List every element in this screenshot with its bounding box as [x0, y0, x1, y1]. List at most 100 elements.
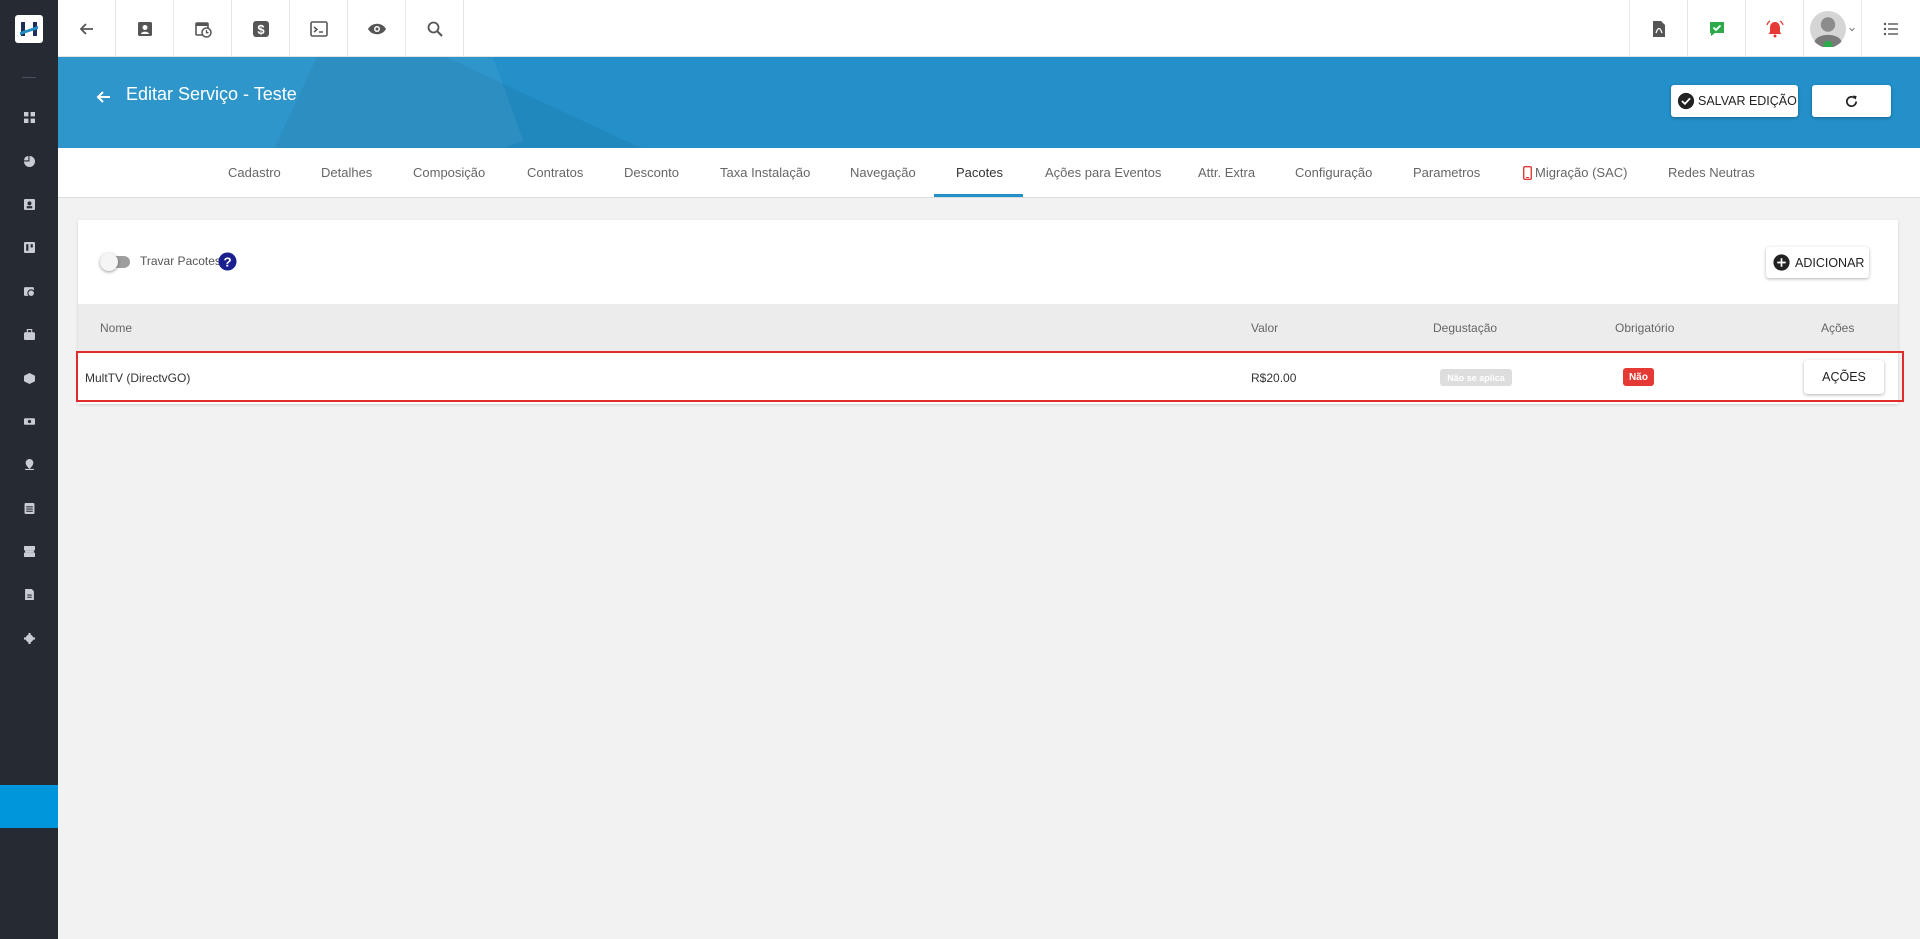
- finance-button[interactable]: $: [232, 0, 290, 57]
- alarm-button[interactable]: [1745, 0, 1803, 57]
- top-bar: $: [58, 0, 1920, 57]
- terminal-button[interactable]: [290, 0, 348, 57]
- cell-nome: MultTV (DirectvGO): [85, 371, 191, 385]
- add-button[interactable]: ADICIONAR: [1766, 247, 1869, 278]
- tab-redes-neutras[interactable]: Redes Neutras: [1668, 148, 1755, 197]
- tab-pacotes[interactable]: Pacotes: [956, 148, 1003, 197]
- column-header-acoes: Ações: [1821, 321, 1855, 335]
- check-circle-icon: [1677, 92, 1695, 110]
- mobile-phone-icon: [1523, 165, 1532, 180]
- eye-icon: [367, 23, 386, 34]
- svg-text:$: $: [257, 22, 265, 37]
- contacts-button[interactable]: [116, 0, 174, 57]
- user-menu[interactable]: [1803, 0, 1861, 57]
- sidebar-item-finance[interactable]: [0, 400, 58, 443]
- schedule-button[interactable]: [174, 0, 232, 57]
- money-icon: [23, 418, 35, 425]
- gear-icon: [23, 632, 35, 644]
- tab-detalhes[interactable]: Detalhes: [321, 148, 372, 197]
- sidebar-active-item[interactable]: [0, 785, 58, 828]
- toggle-knob: [100, 253, 118, 271]
- tab-configuracao[interactable]: Configuração: [1295, 148, 1372, 197]
- column-header-obrigatorio[interactable]: Obrigatório: [1615, 321, 1674, 335]
- packages-card: Travar Pacotes ? ADICIONAR Nome Valor De…: [76, 220, 1904, 404]
- status-badge-degustacao: Não se aplica: [1440, 369, 1512, 386]
- table-row[interactable]: MultTV (DirectvGO) R$20.00 Não se aplica…: [76, 351, 1904, 402]
- sidebar-item-documents[interactable]: [0, 487, 58, 530]
- cell-valor: R$20.00: [1251, 371, 1297, 385]
- help-icon[interactable]: ?: [218, 252, 237, 271]
- refresh-button[interactable]: [1812, 85, 1891, 117]
- column-header-degustacao[interactable]: Degustação: [1433, 321, 1497, 335]
- pdf-button[interactable]: [1629, 0, 1687, 57]
- page-title: Editar Serviço - Teste: [126, 84, 297, 104]
- tab-migracao-sac[interactable]: Migração (SAC): [1523, 148, 1627, 197]
- page-header: Editar Serviço - Teste SALVAR EDIÇÃO: [58, 57, 1920, 148]
- avatar: [1809, 10, 1846, 47]
- sidebar-item-settings[interactable]: [0, 617, 58, 660]
- tab-contratos[interactable]: Contratos: [527, 148, 583, 197]
- view-button[interactable]: [348, 0, 406, 57]
- calendar-clock-icon: [194, 21, 212, 38]
- tab-taxa-instalacao[interactable]: Taxa Instalação: [720, 148, 810, 197]
- lock-packages-toggle[interactable]: [100, 253, 130, 271]
- search-button[interactable]: [406, 0, 464, 57]
- file-icon: [24, 589, 34, 601]
- sidebar-item-files[interactable]: [0, 573, 58, 616]
- kanban-icon: [23, 242, 35, 254]
- search-icon: [427, 21, 443, 37]
- alarm-bell-icon: [1765, 19, 1784, 37]
- sidebar-item-schedule[interactable]: [0, 270, 58, 313]
- menu-button[interactable]: [1861, 0, 1920, 57]
- arrow-left-icon: [79, 22, 93, 35]
- calendar-clock-icon: [23, 286, 35, 297]
- contact-card-icon: [137, 21, 152, 36]
- tab-parametros[interactable]: Parametros: [1413, 148, 1480, 197]
- sidebar-item-dashboard[interactable]: [0, 96, 58, 139]
- toolbox-icon: [23, 329, 35, 341]
- chevron-down-icon: [1848, 27, 1855, 31]
- pie-chart-icon: [23, 155, 35, 167]
- server-icon: [23, 546, 35, 558]
- pdf-icon: [1652, 20, 1665, 37]
- logo-icon: [15, 14, 43, 43]
- column-header-valor[interactable]: Valor: [1251, 321, 1278, 335]
- tab-attr-extra[interactable]: Attr. Extra: [1198, 148, 1255, 197]
- cube-icon: [23, 372, 35, 384]
- status-badge-obrigatorio: Não: [1623, 368, 1654, 386]
- tab-cadastro[interactable]: Cadastro: [228, 148, 281, 197]
- arrow-left-icon[interactable]: [94, 87, 114, 107]
- map-pin-icon: [24, 459, 34, 471]
- add-button-label: ADICIONAR: [1795, 255, 1865, 270]
- sidebar-item-inventory[interactable]: [0, 313, 58, 356]
- active-tab-indicator: [934, 194, 1023, 197]
- sidebar-divider: [22, 77, 36, 78]
- sidebar-item-map[interactable]: [0, 443, 58, 486]
- tab-acoes-eventos[interactable]: Ações para Eventos: [1045, 148, 1161, 197]
- list-menu-icon: [1883, 22, 1898, 35]
- chat-check-icon: [1709, 21, 1724, 36]
- save-button[interactable]: SALVAR EDIÇÃO: [1671, 85, 1798, 117]
- sidebar-item-products[interactable]: [0, 356, 58, 399]
- tab-desconto[interactable]: Desconto: [624, 148, 679, 197]
- save-button-label: SALVAR EDIÇÃO: [1698, 94, 1797, 108]
- sidebar-item-reports[interactable]: [0, 139, 58, 182]
- list-doc-icon: [24, 502, 34, 514]
- terminal-icon: [309, 20, 328, 37]
- sidebar-item-board[interactable]: [0, 226, 58, 269]
- actions-button[interactable]: AÇÕES: [1804, 360, 1884, 394]
- dollar-icon: $: [252, 20, 269, 37]
- lock-packages-label: Travar Pacotes: [140, 254, 221, 268]
- tab-composicao[interactable]: Composição: [413, 148, 485, 197]
- column-header-nome[interactable]: Nome: [100, 321, 132, 335]
- sidebar-item-network[interactable]: [0, 530, 58, 573]
- messages-button[interactable]: [1687, 0, 1745, 57]
- plus-circle-icon: [1773, 254, 1790, 271]
- app-logo[interactable]: [0, 0, 58, 57]
- grid-icon: [23, 112, 35, 124]
- sidebar-item-clients[interactable]: [0, 183, 58, 226]
- table-header: Nome Valor Degustação Obrigatório Ações: [78, 304, 1898, 351]
- tab-navegacao[interactable]: Navegação: [850, 148, 916, 197]
- back-button[interactable]: [58, 0, 116, 57]
- sidebar: [0, 0, 58, 939]
